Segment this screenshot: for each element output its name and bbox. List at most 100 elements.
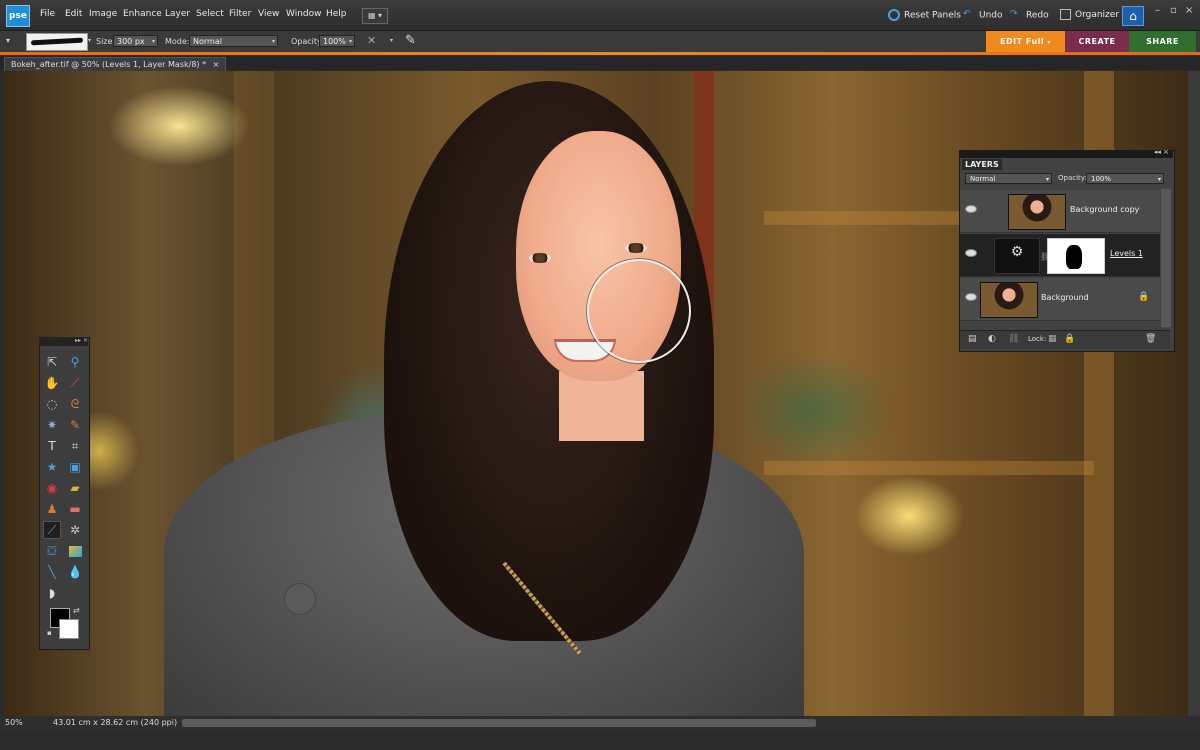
brush-dropdown[interactable]: ▾ [88, 37, 91, 44]
eraser-icon[interactable]: ▬ [66, 500, 84, 518]
layers-panel-header[interactable]: ◂◂ × [959, 148, 1173, 158]
vertical-scrollbar[interactable] [1188, 71, 1200, 716]
adjustment-layer-icon[interactable]: ◐ [988, 334, 996, 344]
move-icon[interactable]: ⇱ [43, 353, 61, 371]
layer-name: Background [1041, 293, 1089, 302]
home-icon: ⌂ [1129, 9, 1137, 23]
document-close-button[interactable]: × [213, 60, 220, 69]
mode-value: Normal [193, 37, 222, 46]
mode-select[interactable]: Normal ▾ [189, 35, 278, 47]
new-layer-icon[interactable]: ▤ [968, 334, 977, 344]
app-logo: pse [6, 5, 30, 27]
layer-row-background-copy[interactable]: Background copy [960, 190, 1160, 233]
hand-icon[interactable]: ✋ [43, 374, 61, 392]
tool-grid: ⇱ ⚲ ✋ ⟋ ◌ ᘓ ✷ ✎ T ⌗ ★ ▣ ◉ ▰ ♟ ▬ ⟋ ✲ ⛋ ╲ … [43, 353, 86, 605]
layer-opacity-field[interactable]: 100% ▾ [1086, 173, 1164, 184]
eyedropper-icon[interactable]: ⟋ [66, 374, 84, 392]
visibility-eye-icon[interactable] [965, 293, 977, 301]
spot-healing-icon[interactable]: ▰ [66, 479, 84, 497]
lock-icon: 🔒 [1138, 292, 1150, 302]
organizer-button[interactable]: Organizer [1060, 9, 1119, 20]
create-button[interactable]: CREATE [1065, 31, 1129, 53]
magic-wand-icon[interactable]: ✷ [43, 416, 61, 434]
tablet-settings-icon[interactable]: ✎ [405, 33, 416, 48]
menu-edit[interactable]: Edit [65, 9, 82, 19]
undo-icon: ↶ [963, 9, 971, 19]
size-value: 300 px [117, 37, 145, 46]
subject-neck [559, 371, 644, 441]
airbrush-icon[interactable]: ✕ [367, 34, 376, 47]
brush-icon[interactable]: ⟋ [43, 521, 61, 539]
layers-title: LAYERS [962, 159, 1002, 170]
brush-settings-dropdown[interactable]: ▾ [390, 37, 393, 44]
lasso-icon[interactable]: ᘓ [66, 395, 84, 413]
levels-adjustment-icon: ⚙ [994, 238, 1040, 274]
red-eye-icon[interactable]: ◉ [43, 479, 61, 497]
menu-help[interactable]: Help [326, 9, 347, 19]
accent-strip [0, 52, 1200, 55]
lock-transparent-icon[interactable]: ▦ [1048, 334, 1057, 344]
menu-enhance[interactable]: Enhance [123, 9, 162, 19]
menu-filter[interactable]: Filter [229, 9, 251, 19]
crop-icon[interactable]: ⌗ [66, 437, 84, 455]
recompose-icon[interactable]: ▣ [66, 458, 84, 476]
edit-full-button[interactable]: EDIT Full ▾ [986, 31, 1065, 53]
quick-selection-icon[interactable]: ✎ [66, 416, 84, 434]
tool-preset-dropdown[interactable]: ▾ [6, 36, 10, 45]
menu-window[interactable]: Window [286, 9, 322, 19]
organizer-label: Organizer [1075, 10, 1120, 20]
paint-bucket-icon[interactable]: ⛋ [43, 542, 61, 560]
horizontal-scroll-thumb[interactable] [182, 719, 816, 727]
menu-view[interactable]: View [258, 9, 279, 19]
swap-colors-icon[interactable]: ⇄ [73, 606, 80, 615]
type-icon[interactable]: T [43, 437, 61, 455]
layer-row-background[interactable]: Background 🔒 [960, 278, 1160, 321]
reset-icon [888, 9, 900, 21]
menu-select[interactable]: Select [196, 9, 224, 19]
clone-stamp-icon[interactable]: ♟ [43, 500, 61, 518]
layer-blend-mode-select[interactable]: Normal ▾ [965, 173, 1052, 184]
brush-cursor [587, 259, 691, 363]
menu-file[interactable]: File [40, 9, 55, 19]
layers-scrollbar[interactable] [1161, 189, 1171, 327]
close-window-button[interactable]: × [1185, 5, 1193, 16]
default-colors-icon[interactable]: ▪ [47, 629, 52, 637]
menu-layer[interactable]: Layer [165, 9, 190, 19]
background-color-swatch[interactable] [59, 619, 79, 639]
sponge-icon[interactable]: ◗ [43, 584, 61, 602]
visibility-eye-icon[interactable] [965, 249, 977, 257]
status-zoom: 50% [5, 718, 23, 727]
smart-brush-icon[interactable]: ✲ [66, 521, 84, 539]
layer-opacity-value: 100% [1091, 175, 1112, 183]
workspace-layout-button[interactable]: ▦ ▾ [362, 8, 388, 24]
tools-panel-header[interactable]: ▸▸ × [39, 337, 88, 346]
layer-name: Background copy [1070, 205, 1140, 214]
custom-shape-icon[interactable]: ★ [43, 458, 61, 476]
document-tab[interactable]: Bokeh_after.tif @ 50% (Levels 1, Layer M… [4, 57, 227, 71]
menu-image[interactable]: Image [89, 9, 117, 19]
minimize-button[interactable]: – [1155, 5, 1160, 16]
layer-opacity-label: Opacity: [1058, 174, 1087, 182]
line-icon[interactable]: ╲ [43, 563, 61, 581]
zoom-icon[interactable]: ⚲ [66, 353, 84, 371]
lock-all-icon[interactable]: 🔒 [1064, 334, 1075, 344]
layer-mask-thumbnail[interactable] [1047, 238, 1105, 274]
link-layers-icon[interactable]: ⛓ [1008, 334, 1019, 344]
brush-preview[interactable] [26, 33, 88, 51]
trash-icon[interactable]: 🗑 [1145, 334, 1156, 344]
share-button[interactable]: SHARE [1129, 31, 1196, 53]
redo-button[interactable]: ↷ Redo [1010, 9, 1049, 21]
maximize-button[interactable]: ▫ [1170, 5, 1177, 16]
edit-full-label: EDIT Full [1000, 37, 1045, 46]
gradient-icon[interactable] [66, 542, 84, 560]
visibility-eye-icon[interactable] [965, 205, 977, 213]
layer-row-levels-1[interactable]: ⚙ ⛓ Levels 1 [960, 234, 1160, 277]
size-field[interactable]: 300 px ▾ [113, 35, 158, 47]
reset-panels-button[interactable]: Reset Panels [888, 9, 961, 21]
opacity-field[interactable]: 100% ▾ [319, 35, 355, 47]
marquee-icon[interactable]: ◌ [43, 395, 61, 413]
share-label: SHARE [1146, 37, 1179, 46]
undo-button[interactable]: ↶ Undo [963, 9, 1003, 21]
blur-icon[interactable]: 💧 [66, 563, 84, 581]
home-button[interactable]: ⌂ [1122, 6, 1144, 26]
